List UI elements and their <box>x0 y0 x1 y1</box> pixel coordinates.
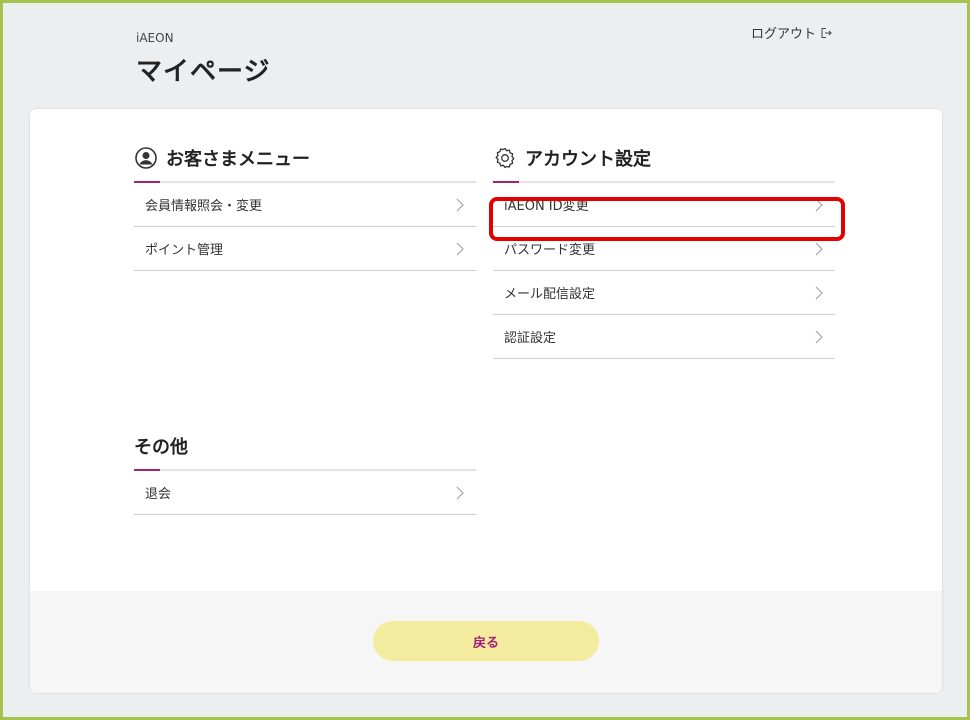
account-settings-heading: アカウント設定 <box>493 135 835 181</box>
chevron-right-icon <box>456 242 464 255</box>
back-button[interactable]: 戻る <box>373 621 599 661</box>
menu-item-label: メール配信設定 <box>504 287 596 302</box>
menu-item-member-info[interactable]: 会員情報照会・変更 <box>134 183 476 227</box>
menu-item-points[interactable]: ポイント管理 <box>134 227 476 271</box>
menu-item-label: 退会 <box>145 487 172 502</box>
customer-menu-heading: お客さまメニュー <box>134 135 476 181</box>
page-title: マイページ <box>136 57 271 87</box>
logout-label: ログアウト <box>751 27 817 42</box>
other-section: その他 退会 <box>134 423 476 515</box>
gear-icon <box>495 147 515 169</box>
chevron-right-icon <box>815 330 823 343</box>
chevron-right-icon <box>456 486 464 499</box>
menu-item-label: 会員情報照会・変更 <box>145 199 263 214</box>
menu-item-label: iAEON ID変更 <box>504 199 589 214</box>
menu-item-auth-settings[interactable]: 認証設定 <box>493 315 835 359</box>
brand-label: iAEON <box>136 31 174 45</box>
user-icon <box>135 147 157 169</box>
other-heading: その他 <box>134 423 476 469</box>
menu-item-label: ポイント管理 <box>145 243 224 258</box>
window-frame: iAEON マイページ ログアウト お客さまメニュー 会員情報照会・変更 ポイン… <box>0 0 970 720</box>
other-title: その他 <box>134 437 188 458</box>
account-settings-title: アカウント設定 <box>525 149 651 170</box>
menu-item-iaeon-id-change[interactable]: iAEON ID変更 <box>493 183 835 227</box>
chevron-right-icon <box>815 198 823 211</box>
logout-link[interactable]: ログアウト <box>751 23 832 42</box>
customer-menu-title: お客さまメニュー <box>166 149 310 170</box>
menu-item-withdraw[interactable]: 退会 <box>134 471 476 515</box>
menu-item-mail-settings[interactable]: メール配信設定 <box>493 271 835 315</box>
chevron-right-icon <box>815 286 823 299</box>
menu-item-password-change[interactable]: パスワード変更 <box>493 227 835 271</box>
customer-menu-section: お客さまメニュー 会員情報照会・変更 ポイント管理 <box>134 135 476 271</box>
logout-icon <box>821 27 832 38</box>
main-card: お客さまメニュー 会員情報照会・変更 ポイント管理 アカウント設定 iAEON … <box>30 109 942 693</box>
menu-item-label: パスワード変更 <box>504 243 596 258</box>
chevron-right-icon <box>456 198 464 211</box>
menu-item-label: 認証設定 <box>504 331 557 346</box>
chevron-right-icon <box>815 242 823 255</box>
account-settings-section: アカウント設定 iAEON ID変更 パスワード変更 メール配信設定 認証設定 <box>493 135 835 359</box>
